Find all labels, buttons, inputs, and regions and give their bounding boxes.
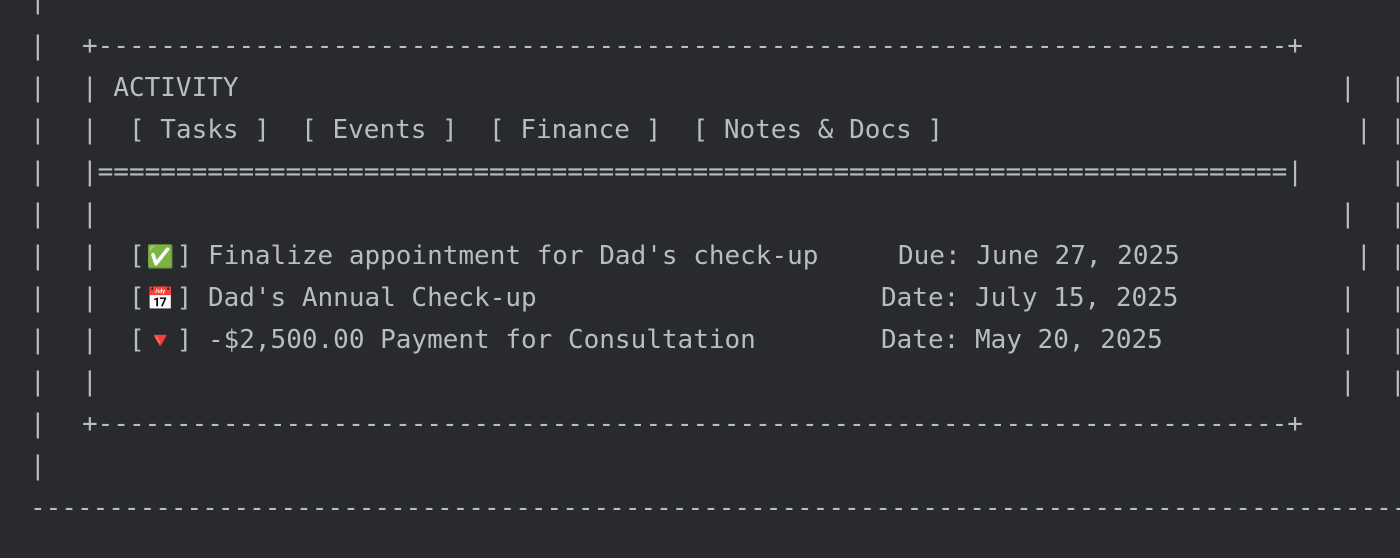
tab-notes-docs[interactable]: [ Notes & Docs ]: [693, 115, 943, 145]
outer-border: |: [1390, 241, 1400, 271]
red-down-triangle-icon: 🔻: [146, 329, 175, 354]
outer-border: |: [30, 73, 46, 103]
item-date: Date: July 15, 2025: [881, 283, 1179, 313]
tab-finance[interactable]: [ Finance ]: [489, 115, 661, 145]
calendar-icon: 📅: [146, 287, 175, 312]
outer-border: |: [1390, 367, 1400, 397]
outer-border: |: [1390, 283, 1400, 313]
panel-title-row: | ACTIVITY: [82, 73, 239, 103]
outer-border: |: [30, 199, 46, 229]
outer-border: |: [30, 157, 46, 187]
item-text: Dad's Annual Check-up: [207, 283, 537, 313]
outer-border: |: [1390, 115, 1400, 145]
panel-bottom-border: +---------------------------------------…: [82, 409, 1303, 439]
outer-border: |: [30, 0, 46, 15]
outer-border: |: [30, 283, 46, 313]
tab-bar: | [ Tasks ] [ Events ] [ Finance ] [ Not…: [82, 115, 943, 145]
item-date: Date: May 20, 2025: [881, 325, 1163, 355]
outer-border: |: [30, 409, 46, 439]
item-text: -$2,500.00 Payment for Consultation: [207, 325, 756, 355]
item-date: Due: June 27, 2025: [898, 241, 1180, 271]
panel-border: |: [1340, 199, 1356, 229]
panel-border: |: [1356, 115, 1372, 145]
list-item[interactable]: | [📅] Dad's Annual Check-up: [82, 277, 537, 319]
outer-border: |: [30, 31, 46, 61]
outer-border: |: [1390, 157, 1400, 187]
panel-title: ACTIVITY: [113, 73, 239, 103]
check-mark-icon: ✅: [146, 245, 175, 270]
outer-border: |: [30, 115, 46, 145]
panel-border: |: [1340, 73, 1356, 103]
panel-separator: |=======================================…: [82, 157, 1303, 187]
list-item[interactable]: | [🔻] -$2,500.00 Payment for Consultatio…: [82, 319, 756, 361]
panel-border: |: [1340, 283, 1356, 313]
outer-border: |: [1390, 199, 1400, 229]
outer-border: |: [30, 241, 46, 271]
outer-border: |: [1390, 73, 1400, 103]
panel-border: |: [1340, 325, 1356, 355]
tab-events[interactable]: [ Events ]: [301, 115, 458, 145]
panel-border: |: [1340, 367, 1356, 397]
panel-border: |: [1356, 241, 1372, 271]
outer-border: |: [1390, 325, 1400, 355]
panel-border: |: [82, 199, 98, 229]
panel-border: |: [82, 367, 98, 397]
outer-border: |: [30, 451, 46, 481]
item-text: Finalize appointment for Dad's check-up: [207, 241, 819, 271]
outer-border: |: [30, 367, 46, 397]
panel-top-border: +---------------------------------------…: [82, 31, 1303, 61]
outer-bottom-border: ----------------------------------------…: [30, 493, 1400, 523]
list-item[interactable]: | [✅] Finalize appointment for Dad's che…: [82, 235, 818, 277]
outer-border: |: [30, 325, 46, 355]
tab-tasks[interactable]: [ Tasks ]: [129, 115, 270, 145]
